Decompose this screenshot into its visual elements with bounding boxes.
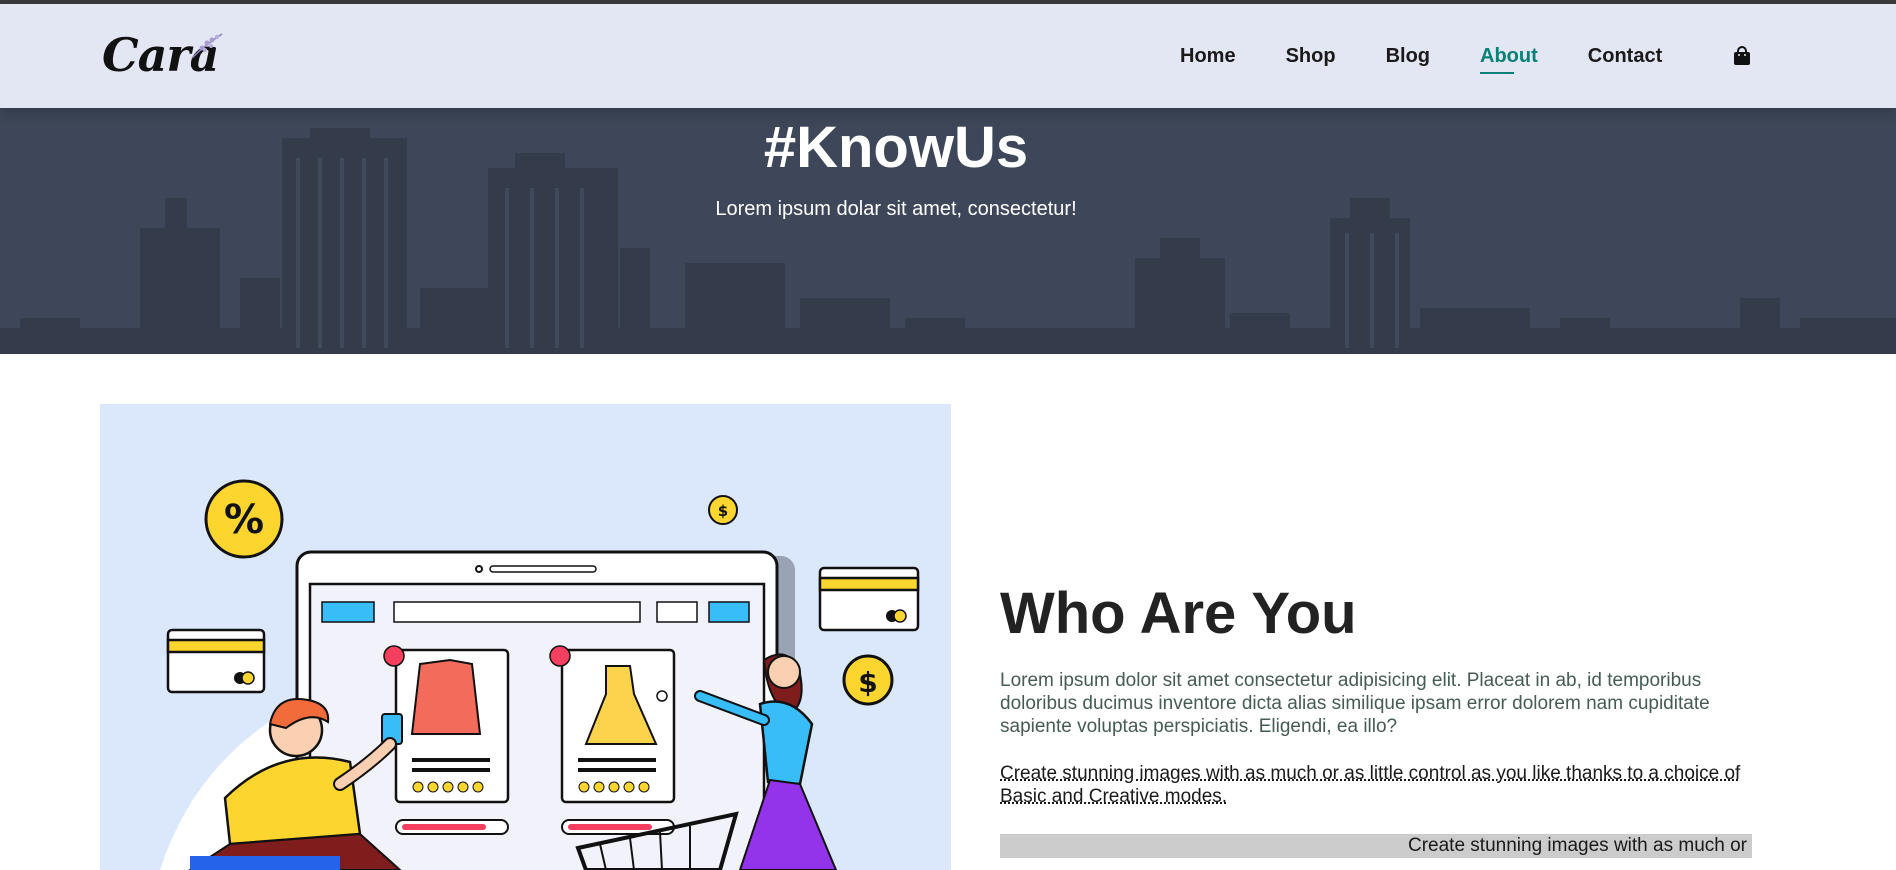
hero-subtitle: Lorem ipsum dolar sit amet, consectetur! <box>715 198 1077 220</box>
nav-about[interactable]: About <box>1480 45 1538 74</box>
svg-text:$: $ <box>858 666 877 699</box>
svg-text:$: $ <box>718 502 728 520</box>
svg-text:%: % <box>224 497 264 543</box>
about-title: Who Are You <box>1000 581 1357 646</box>
online-shopping-illustration: % $ $ <box>100 404 951 870</box>
nav-blog[interactable]: Blog <box>1386 45 1430 68</box>
scrolling-marquee: Create stunning images with as much or <box>1000 834 1752 858</box>
nav-contact[interactable]: Contact <box>1588 45 1662 68</box>
about-section: Who Are You Lorem ipsum dolor sit amet c… <box>1000 580 1752 858</box>
site-header: Cara Home Shop Blog About Contact <box>0 4 1896 108</box>
about-description: Lorem ipsum dolor sit amet consectetur a… <box>1000 670 1710 737</box>
nav-shop[interactable]: Shop <box>1286 45 1336 68</box>
nav-home[interactable]: Home <box>1180 45 1236 68</box>
shopping-bag-icon[interactable] <box>1733 46 1751 66</box>
hero-title: #KnowUs <box>763 115 1029 180</box>
main-nav: Home Shop Blog About Contact <box>1180 4 1712 108</box>
lavender-sprig-icon <box>191 33 223 59</box>
about-abbr-text[interactable]: Create stunning images with as much or a… <box>1000 762 1752 808</box>
hero-banner: #KnowUs Lorem ipsum dolar sit amet, cons… <box>0 108 1896 354</box>
